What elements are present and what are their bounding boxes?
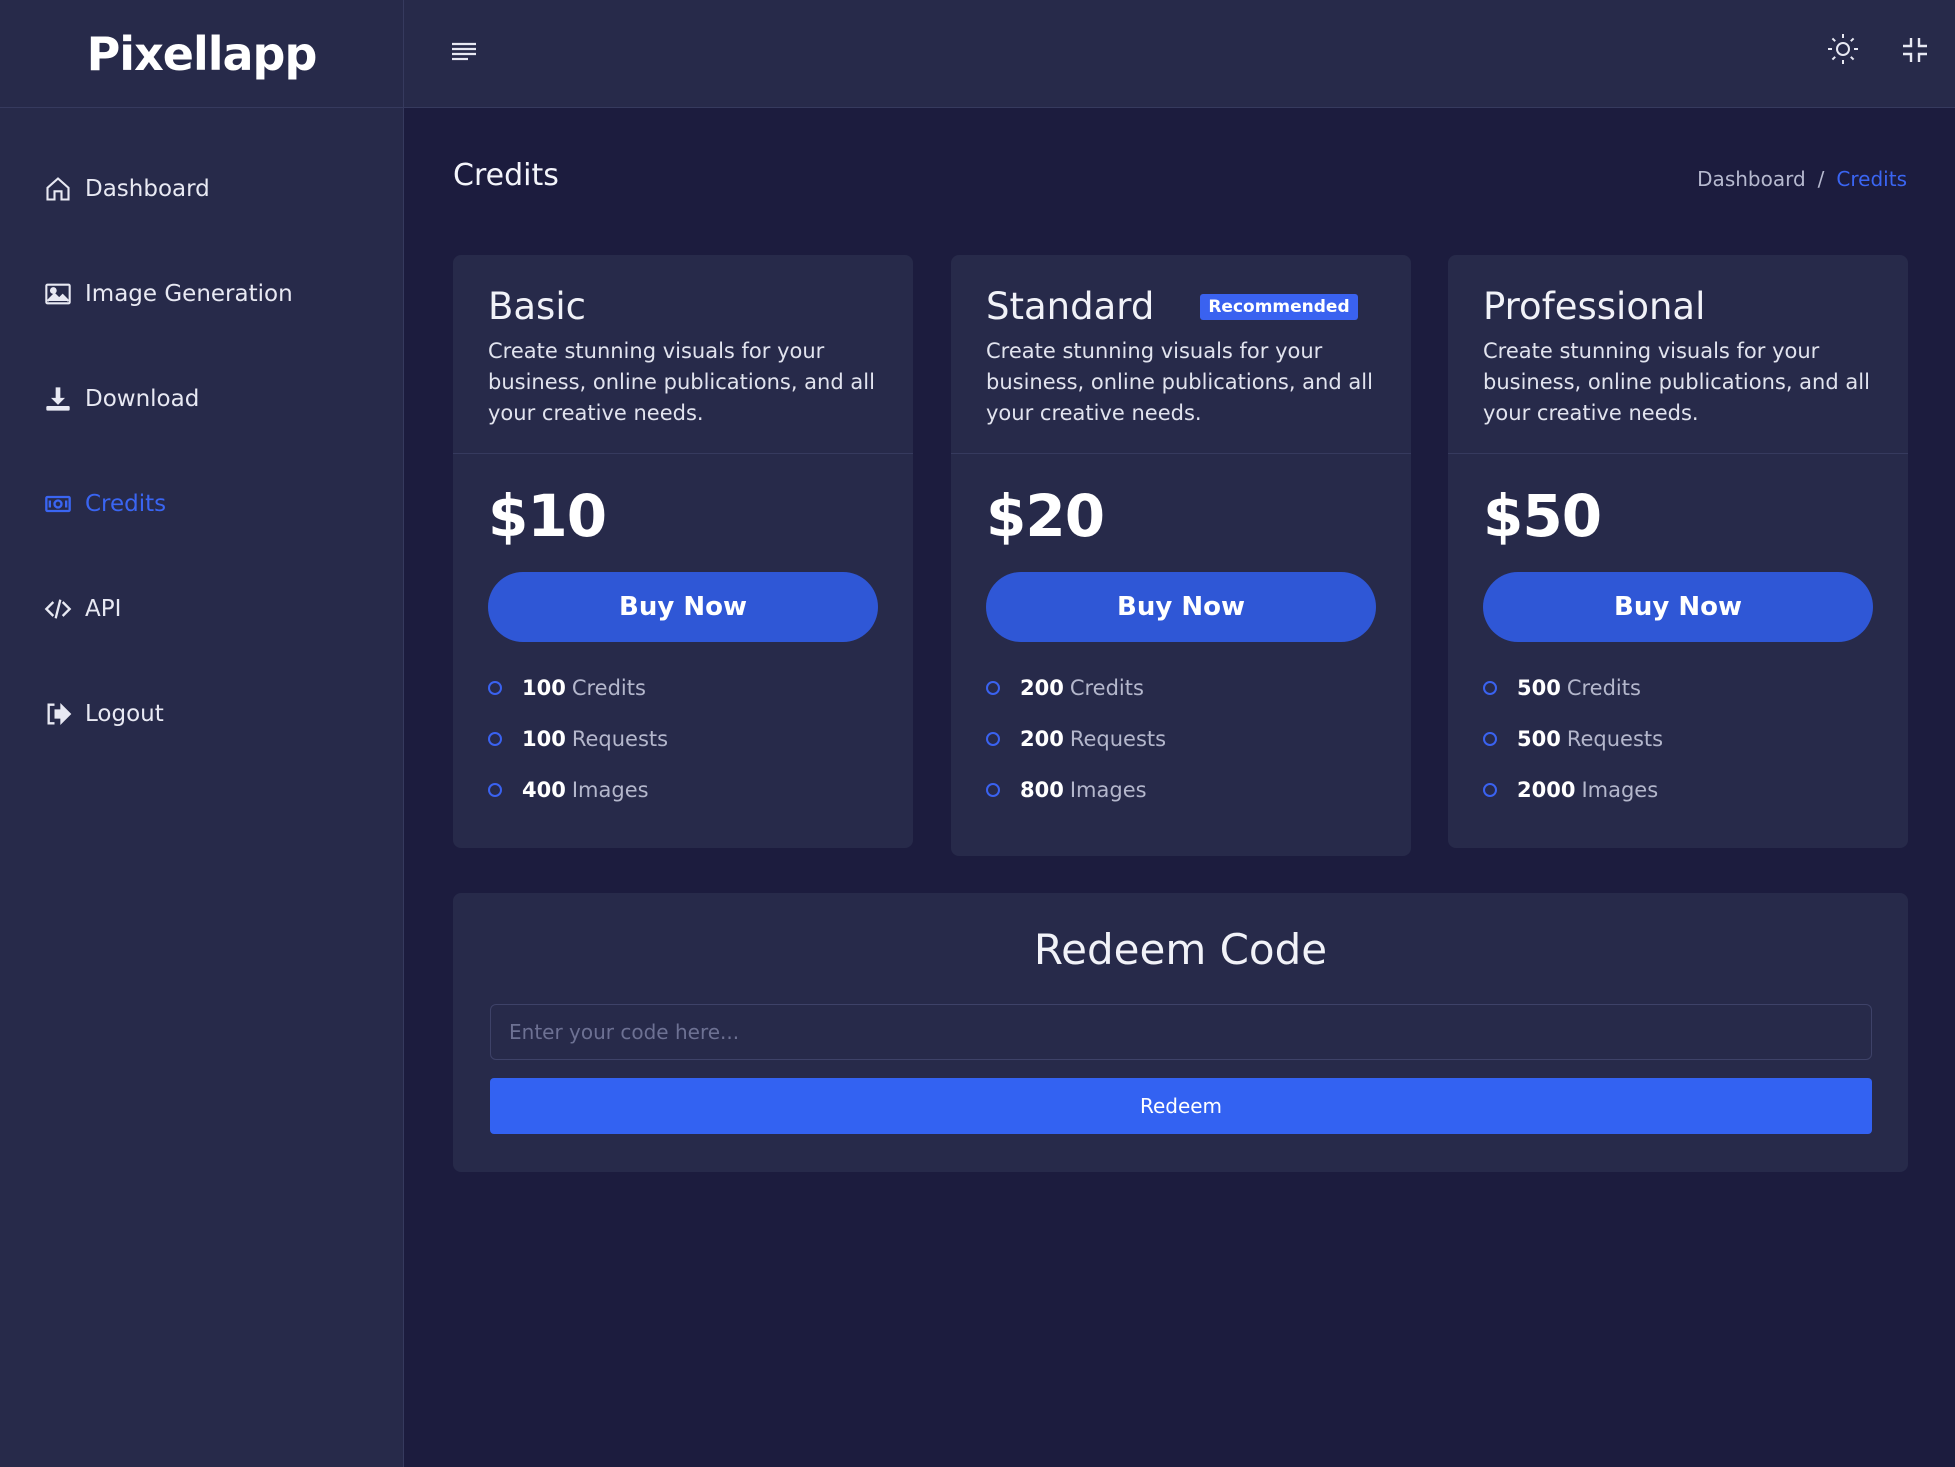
sidebar-item-download[interactable]: Download [0,346,403,451]
sidebar-item-label: Download [85,385,200,412]
feature-value: 500 [1517,726,1561,751]
home-icon [43,174,73,204]
plan-card-header: Professional Create stunning visuals for… [1448,255,1908,454]
plan-card-professional: Professional Create stunning visuals for… [1448,255,1908,848]
plan-description: Create stunning visuals for your busines… [488,339,875,425]
breadcrumb: Dashboard / Credits [1697,167,1907,191]
feature-value: 400 [522,777,566,802]
recommended-badge: Recommended [1200,293,1358,320]
feature-item: 100 Requests [488,713,878,764]
sun-icon[interactable] [1826,32,1860,66]
plan-card-body: $20 Buy Now 200 Credits 200 Requests 800 Im… [951,454,1411,815]
circle-bullet-icon [986,782,1000,797]
code-icon [43,594,73,624]
sidebar-item-label: Dashboard [85,175,210,202]
plan-name-text: Basic [488,285,586,328]
plan-price: $20 [986,482,1105,550]
sidebar-item-api[interactable]: API [0,556,403,661]
download-icon [43,384,73,414]
sidebar-item-label: Image Generation [85,280,293,307]
breadcrumb-current: Credits [1836,167,1907,191]
feature-label: Requests [1566,726,1664,751]
image-icon [43,279,73,309]
feature-item: 100 Credits [488,662,878,713]
circle-bullet-icon [488,782,502,797]
feature-label: Credits [571,675,646,700]
feature-value: 100 [522,675,566,700]
circle-bullet-icon [1483,680,1497,695]
plan-features: 500 Credits 500 Requests 2000 Images [1483,662,1873,815]
feature-item: 200 Requests [986,713,1376,764]
plan-card-basic: Basic Create stunning visuals for your b… [453,255,913,848]
logo[interactable]: Pixellapp [0,0,403,108]
plan-description: Create stunning visuals for your busines… [1483,339,1870,425]
feature-value: 200 [1020,726,1064,751]
feature-item: 500 Requests [1483,713,1873,764]
plan-description: Create stunning visuals for your busines… [986,339,1373,425]
plan-price: $10 [488,482,607,550]
circle-bullet-icon [488,680,502,695]
circle-bullet-icon [488,731,502,746]
plan-card-body: $50 Buy Now 500 Credits 500 Requests 2000 I… [1448,454,1908,815]
sidebar-item-dashboard[interactable]: Dashboard [0,136,403,241]
feature-item: 500 Credits [1483,662,1873,713]
topbar [404,0,1955,108]
sidebar-item-logout[interactable]: Logout [0,661,403,766]
feature-item: 200 Credits [986,662,1376,713]
feature-item: 2000 Images [1483,764,1873,815]
plan-name-text: Professional [1483,285,1706,328]
plan-name: Basic [488,285,878,328]
plan-name: Professional [1483,285,1873,328]
circle-bullet-icon [1483,782,1497,797]
sidebar-item-label: API [85,595,122,622]
circle-bullet-icon [986,731,1000,746]
feature-value: 800 [1020,777,1064,802]
redeem-code-input[interactable] [490,1004,1872,1060]
credits-icon [43,489,73,519]
feature-label: Credits [1069,675,1144,700]
plan-features: 200 Credits 200 Requests 800 Images [986,662,1376,815]
buy-now-button[interactable]: Buy Now [986,572,1376,642]
feature-value: 2000 [1517,777,1576,802]
redeem-button[interactable]: Redeem [490,1078,1872,1134]
sidebar-nav: Dashboard Image Generation Download Cred… [0,108,403,766]
menu-toggle-icon[interactable] [448,36,480,68]
feature-label: Credits [1566,675,1641,700]
buy-now-button[interactable]: Buy Now [1483,572,1873,642]
feature-item: 400 Images [488,764,878,815]
exit-fullscreen-icon[interactable] [1899,34,1931,66]
feature-label: Images [571,777,649,802]
plan-features: 100 Credits 100 Requests 400 Images [488,662,878,815]
redeem-title: Redeem Code [1033,925,1328,974]
plan-card-header: Basic Create stunning visuals for your b… [453,255,913,454]
logo-text: Pixellapp [86,26,318,81]
breadcrumb-separator: / [1817,167,1825,191]
sidebar-item-label: Logout [85,700,164,727]
feature-label: Requests [571,726,669,751]
buy-now-button[interactable]: Buy Now [488,572,878,642]
sidebar: Pixellapp Dashboard Image Generation Dow… [0,0,404,1467]
plan-name-text: Standard [986,285,1155,328]
logout-icon [43,699,73,729]
plan-name: Standard Recommended [986,285,1376,328]
circle-bullet-icon [986,680,1000,695]
plan-card-standard: Standard Recommended Create stunning vis… [951,255,1411,856]
sidebar-item-image-generation[interactable]: Image Generation [0,241,403,346]
plan-card-header: Standard Recommended Create stunning vis… [951,255,1411,454]
sidebar-item-label: Credits [85,490,167,517]
breadcrumb-root-link[interactable]: Dashboard [1697,167,1806,191]
sidebar-item-credits[interactable]: Credits [0,451,403,556]
page-title: Credits [453,158,559,193]
feature-value: 500 [1517,675,1561,700]
redeem-panel: Redeem Code Redeem [453,893,1908,1172]
feature-label: Images [1069,777,1147,802]
plan-card-body: $10 Buy Now 100 Credits 100 Requests 400 Im… [453,454,913,815]
circle-bullet-icon [1483,731,1497,746]
feature-item: 800 Images [986,764,1376,815]
feature-label: Requests [1069,726,1167,751]
plan-price: $50 [1483,482,1602,550]
feature-label: Images [1581,777,1659,802]
feature-value: 200 [1020,675,1064,700]
feature-value: 100 [522,726,566,751]
